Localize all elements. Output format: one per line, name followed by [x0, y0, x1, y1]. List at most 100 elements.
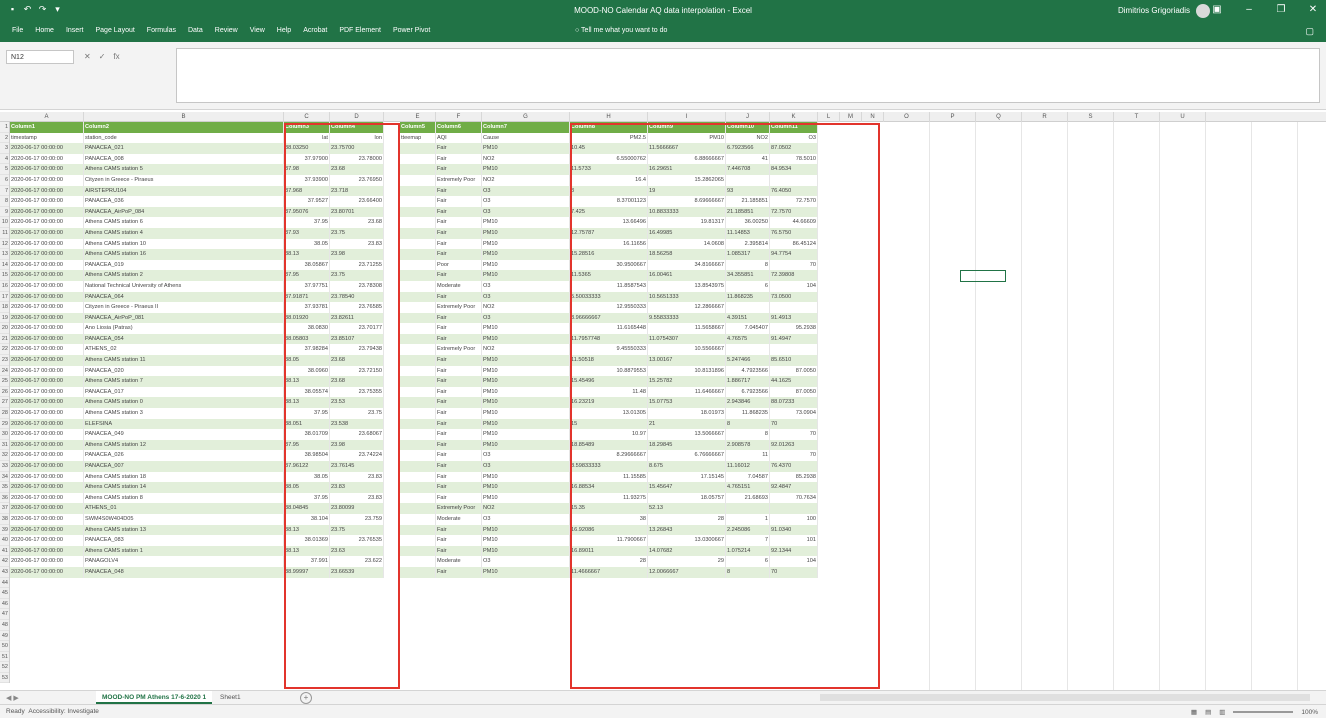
cell[interactable]: 2020-06-17 00:00:00 — [10, 524, 84, 536]
cell[interactable]: PM10 — [482, 365, 570, 377]
cell[interactable]: Fair — [436, 164, 482, 175]
tell-me-search[interactable]: ○ Tell me what you want to do — [575, 27, 667, 34]
cell[interactable] — [400, 206, 436, 218]
horizontal-scrollbar[interactable] — [820, 694, 1310, 701]
row-header[interactable]: 18 — [0, 302, 9, 313]
formula-input[interactable] — [176, 48, 1320, 103]
cell[interactable] — [400, 153, 436, 165]
cell[interactable]: Poor — [436, 259, 482, 271]
row-header[interactable]: 9 — [0, 207, 9, 218]
cell[interactable]: 2020-06-17 00:00:00 — [10, 312, 84, 324]
row-header[interactable]: 24 — [0, 366, 9, 377]
cell[interactable]: PM10 — [482, 227, 570, 239]
cell[interactable]: PM10 — [482, 333, 570, 345]
ribbon-tab-insert[interactable]: Insert — [66, 27, 84, 34]
cell[interactable]: NO2 — [482, 302, 570, 313]
cell[interactable]: Cause — [482, 132, 570, 144]
cell[interactable]: 2020-06-17 00:00:00 — [10, 302, 84, 313]
cell[interactable]: Fair — [436, 333, 482, 345]
cell[interactable]: PM10 — [482, 408, 570, 419]
cell[interactable] — [400, 174, 436, 186]
cell[interactable] — [400, 280, 436, 292]
row-header[interactable]: 35 — [0, 482, 9, 493]
cell[interactable]: PM10 — [482, 164, 570, 175]
sheet-nav-icons[interactable]: ◀ ▶ — [6, 694, 19, 702]
row-header[interactable]: 22 — [0, 344, 9, 356]
cell[interactable]: O3 — [482, 280, 570, 292]
cell[interactable]: PM10 — [482, 429, 570, 440]
cell[interactable]: PANACEA_021 — [84, 143, 284, 154]
cell[interactable]: AQI — [436, 132, 482, 144]
cell[interactable]: Athens CAMS station 14 — [84, 482, 284, 493]
column-header-j[interactable]: J — [726, 112, 770, 122]
cell[interactable] — [400, 238, 436, 250]
cell[interactable]: 2020-06-17 00:00:00 — [10, 418, 84, 430]
cell[interactable]: O3 — [482, 513, 570, 525]
cell[interactable]: Athens CAMS station 8 — [84, 492, 284, 504]
cell[interactable]: O3 — [482, 556, 570, 567]
zoom-slider[interactable] — [1233, 711, 1294, 713]
sheet-tab-active[interactable]: MOOD-NO PM Athens 17-6-2020 1 — [96, 691, 213, 704]
cell[interactable]: PM10 — [482, 217, 570, 228]
cell[interactable]: PANACEA_020 — [84, 365, 284, 377]
name-box[interactable]: N12 — [6, 50, 74, 64]
cell[interactable]: 2020-06-17 00:00:00 — [10, 164, 84, 175]
cell[interactable]: PANACEA_083 — [84, 535, 284, 546]
cell[interactable]: PANACEA_049 — [84, 429, 284, 440]
cell[interactable] — [400, 566, 436, 578]
cell[interactable] — [400, 249, 436, 260]
row-header[interactable]: 53 — [0, 673, 9, 684]
cell[interactable]: Athens CAMS station 7 — [84, 376, 284, 387]
cell[interactable]: 2020-06-17 00:00:00 — [10, 482, 84, 493]
cell[interactable]: Athens CAMS station 16 — [84, 249, 284, 260]
ribbon-tab-view[interactable]: View — [250, 27, 265, 34]
cell[interactable]: PM10 — [482, 270, 570, 281]
add-sheet-icon[interactable]: + — [300, 692, 312, 704]
cell[interactable]: ATHENS_01 — [84, 503, 284, 514]
column-header-q[interactable]: Q — [976, 112, 1022, 122]
enter-icon[interactable]: ✓ — [99, 52, 106, 61]
page-break-icon[interactable]: ▥ — [1219, 708, 1225, 716]
row-header[interactable]: 31 — [0, 440, 9, 451]
cell[interactable]: PM10 — [482, 249, 570, 260]
column-header-k[interactable]: K — [770, 112, 818, 122]
cell[interactable]: tteemap — [400, 132, 436, 144]
cell[interactable]: Fair — [436, 196, 482, 207]
cell[interactable]: PANACEA_017 — [84, 386, 284, 398]
cell[interactable] — [400, 333, 436, 345]
cell[interactable] — [400, 450, 436, 461]
row-header[interactable]: 46 — [0, 599, 9, 610]
cell[interactable]: Fair — [436, 143, 482, 154]
cell[interactable] — [400, 524, 436, 536]
row-header[interactable]: 13 — [0, 249, 9, 260]
cell[interactable] — [400, 365, 436, 377]
cell[interactable]: 2020-06-17 00:00:00 — [10, 566, 84, 578]
cell[interactable]: Fair — [436, 291, 482, 303]
cell[interactable]: Fair — [436, 566, 482, 578]
cell[interactable]: NO2 — [482, 153, 570, 165]
cell[interactable]: Fair — [436, 249, 482, 260]
row-header[interactable]: 32 — [0, 450, 9, 461]
cell[interactable] — [400, 270, 436, 281]
row-header[interactable]: 20 — [0, 323, 9, 334]
cell[interactable]: Fair — [436, 535, 482, 546]
cell[interactable]: National Technical University of Athens — [84, 280, 284, 292]
cell[interactable]: O3 — [482, 450, 570, 461]
row-header[interactable]: 11 — [0, 228, 9, 239]
row-header[interactable]: 39 — [0, 525, 9, 536]
ribbon-tab-data[interactable]: Data — [188, 27, 203, 34]
cell[interactable] — [400, 143, 436, 154]
cell[interactable] — [400, 503, 436, 514]
cell[interactable]: PANAGOLV4 — [84, 556, 284, 567]
row-header[interactable]: 5 — [0, 164, 9, 175]
cell[interactable]: Athens CAMS station 6 — [84, 217, 284, 228]
cancel-icon[interactable]: ✕ — [84, 52, 91, 61]
sheet-tab-sheet1[interactable]: Sheet1 — [214, 691, 247, 704]
cell[interactable]: PANACEA_036 — [84, 196, 284, 207]
cell[interactable]: station_code — [84, 132, 284, 144]
minimize-icon[interactable]: – — [1244, 4, 1254, 16]
cell[interactable]: Athens CAMS station 2 — [84, 270, 284, 281]
normal-view-icon[interactable]: ▦ — [1191, 708, 1197, 716]
ribbon-tab-help[interactable]: Help — [277, 27, 291, 34]
column-header-o[interactable]: O — [884, 112, 930, 122]
